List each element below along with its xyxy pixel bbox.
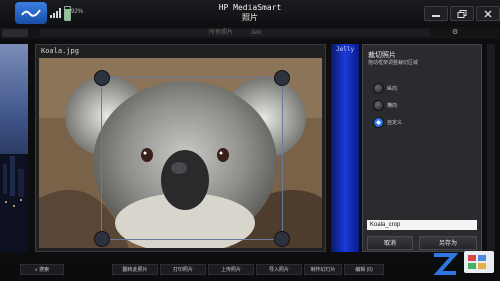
print-photo-button[interactable]: 打印照片 [160, 264, 206, 275]
search-button[interactable]: ⌕ 搜索 [20, 264, 64, 275]
crop-handle-bottom-left[interactable] [94, 231, 110, 247]
next-photo-thumbnail[interactable] [331, 44, 359, 252]
photo-editor-panel: Koala.jpg [35, 44, 326, 252]
slideshow-button[interactable]: 制作幻灯片 [304, 264, 342, 275]
radio-portrait-label: 纵向 [387, 86, 398, 92]
restore-button[interactable] [450, 6, 474, 21]
edit-button[interactable]: 编辑 (0) [344, 264, 384, 275]
rotate-photo-button[interactable]: 翻转此照片 [112, 264, 158, 275]
title-bar: 92% HP MediaSmart 照片 [0, 0, 500, 26]
window-controls [424, 6, 500, 21]
navigation-bar: 所有照片 Jelli ⚙ [0, 27, 500, 39]
minimize-icon [432, 14, 440, 17]
upload-photo-button[interactable]: 上传照片 [208, 264, 254, 275]
close-button[interactable] [476, 6, 500, 21]
import-photo-button[interactable]: 导入照片 [256, 264, 302, 275]
back-button[interactable] [2, 29, 28, 37]
app-title: HP MediaSmart 照片 [200, 3, 300, 23]
crop-dialog: 裁切照片 拖动框架调整裁切区域 纵向 横向 自定义 Koala_crop 取消 … [362, 44, 482, 252]
crop-selection-box[interactable] [94, 70, 290, 247]
search-icon: ⌕ [34, 267, 38, 273]
previous-photo-thumbnail[interactable] [0, 44, 28, 252]
breadcrumb-all-photos[interactable]: 所有照片 [209, 30, 233, 36]
app-title-section: 照片 [242, 13, 258, 22]
search-label: 搜索 [39, 267, 50, 273]
close-icon [484, 10, 492, 17]
next-photo-label: Jelly [336, 46, 355, 53]
wifi-signal-icon [50, 8, 61, 18]
photo-filename: Koala.jpg [41, 47, 79, 55]
radio-custom-label: 自定义 [387, 120, 403, 126]
crop-handle-bottom-right[interactable] [274, 231, 290, 247]
app-title-name: HP MediaSmart [218, 3, 282, 12]
crop-filename-input[interactable]: Koala_crop [367, 220, 477, 230]
breadcrumb-next[interactable]: Jelli [251, 30, 261, 36]
radio-landscape[interactable] [373, 100, 384, 111]
battery-icon [64, 6, 71, 21]
crop-handle-top-left[interactable] [94, 70, 110, 86]
hp-logo[interactable] [15, 2, 47, 24]
cancel-button[interactable]: 取消 [367, 236, 413, 250]
zol-watermark-logo [433, 251, 494, 275]
battery-percent: 92% [71, 9, 84, 15]
city-skyline-image [0, 154, 28, 252]
crop-handle-top-right[interactable] [274, 70, 290, 86]
koala-photo [39, 58, 322, 248]
right-edge-panel [487, 44, 495, 252]
restore-icon [457, 9, 467, 18]
logo-swoosh-icon [21, 9, 41, 17]
minimize-button[interactable] [424, 6, 448, 21]
breadcrumb: 所有照片 Jelli [40, 29, 430, 37]
settings-icon[interactable]: ⚙ [452, 28, 458, 36]
crop-dialog-instructions: 拖动框架调整裁切区域 [368, 60, 419, 66]
radio-portrait[interactable] [373, 83, 384, 94]
radio-landscape-label: 横向 [387, 103, 398, 109]
radio-custom[interactable] [373, 117, 384, 128]
